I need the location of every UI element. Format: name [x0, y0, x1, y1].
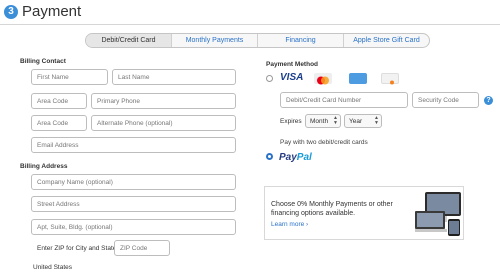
promo-text: Choose 0% Monthly Payments or other fina… [271, 201, 393, 217]
payment-method-heading: Payment Method [266, 61, 319, 68]
expires-label: Expires [280, 118, 302, 125]
paypal-pay-text: Pay [279, 152, 297, 163]
tab-monthly-payments[interactable]: Monthly Payments [171, 34, 257, 47]
page-header: 3 Payment [4, 3, 81, 20]
two-cards-link[interactable]: Pay with two debit/credit cards [280, 139, 368, 146]
help-icon[interactable]: ? [484, 96, 493, 105]
primary-phone-field[interactable]: Primary Phone [91, 93, 236, 109]
alternate-phone-field[interactable]: Alternate Phone (optional) [91, 115, 236, 131]
page-title: Payment [22, 3, 82, 20]
tab-gift-card[interactable]: Apple Store Gift Card [343, 34, 429, 47]
area-code-field[interactable]: Area Code [31, 93, 87, 109]
paypal-radio[interactable] [266, 153, 273, 160]
visa-logo: VISA [280, 72, 304, 83]
devices-image [413, 189, 463, 239]
billing-address-heading: Billing Address [20, 163, 68, 170]
zip-code-field[interactable]: ZIP Code [114, 240, 170, 256]
discover-icon [381, 73, 399, 85]
alt-area-code-field[interactable]: Area Code [31, 115, 87, 131]
company-name-field[interactable]: Company Name (optional) [31, 174, 236, 190]
mastercard-icon [314, 73, 332, 85]
select-arrows-icon: ▲ ▼ [333, 115, 338, 126]
card-radio[interactable] [266, 75, 273, 82]
tab-debit-credit-card[interactable]: Debit/Credit Card [86, 34, 171, 47]
learn-more-link[interactable]: Learn more › [271, 221, 308, 228]
expiry-year-select[interactable]: Year ▲ ▼ [344, 114, 382, 128]
last-name-field[interactable]: Last Name [112, 69, 236, 85]
apt-suite-field[interactable]: Apt, Suite, Bldg. (optional) [31, 219, 236, 235]
email-field[interactable]: Email Address [31, 137, 236, 153]
first-name-field[interactable]: First Name [31, 69, 108, 85]
zip-label: Enter ZIP for City and State [37, 245, 117, 252]
billing-contact-heading: Billing Contact [20, 58, 66, 65]
amex-icon [349, 73, 367, 84]
security-code-field[interactable]: Security Code [412, 92, 479, 108]
expiry-month-value: Month [310, 117, 329, 125]
select-arrows-icon: ▲ ▼ [374, 115, 379, 126]
street-address-field[interactable]: Street Address [31, 196, 236, 212]
step-number-badge: 3 [4, 4, 18, 19]
paypal-logo: PayPal [279, 152, 312, 163]
expiry-month-select[interactable]: Month ▲ ▼ [305, 114, 341, 128]
expiry-year-value: Year [349, 117, 363, 125]
card-number-field[interactable]: Debit/Credit Card Number [280, 92, 408, 108]
header-divider [0, 24, 500, 25]
tab-financing[interactable]: Financing [257, 34, 343, 47]
financing-promo: Choose 0% Monthly Payments or other fina… [264, 186, 464, 240]
payment-tabs: Debit/Credit Card Monthly Payments Finan… [85, 33, 430, 48]
country-label: United States [33, 264, 73, 271]
paypal-pal-text: Pal [296, 152, 312, 163]
